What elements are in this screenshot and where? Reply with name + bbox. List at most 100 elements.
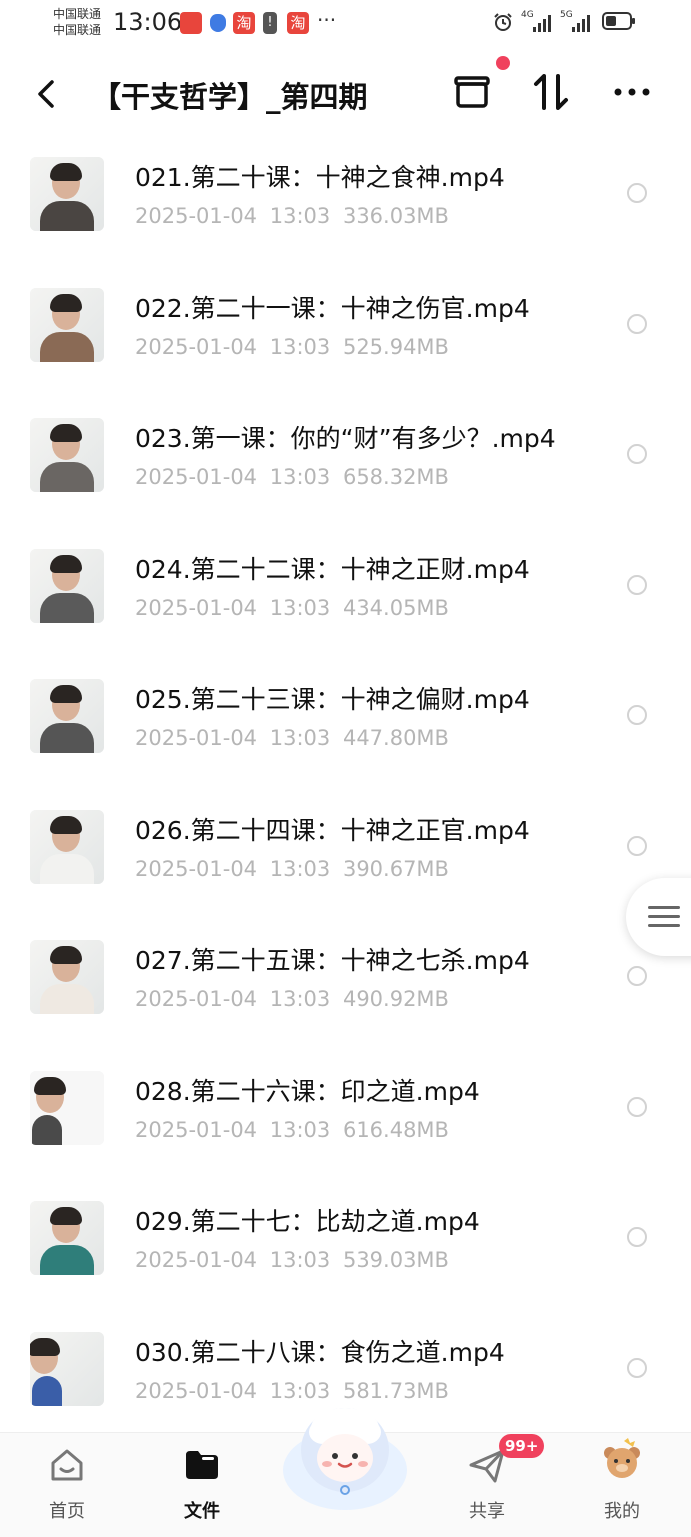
- file-name: 026.第二十四课：十神之正官.mp4: [135, 815, 530, 845]
- file-name: 028.第二十六课：印之道.mp4: [135, 1076, 480, 1106]
- signal-icon: [572, 14, 590, 32]
- video-thumbnail: [30, 287, 104, 362]
- file-row[interactable]: 024.第二十二课：十神之正财.mp4 2025-01-04 13:03 434…: [0, 522, 691, 653]
- file-date: 2025-01-04: [135, 856, 258, 881]
- file-name: 022.第二十一课：十神之伤官.mp4: [135, 293, 530, 323]
- select-radio[interactable]: [627, 1357, 647, 1378]
- file-size: 490.92MB: [342, 987, 449, 1011]
- file-size: 336.03MB: [342, 204, 449, 228]
- select-radio[interactable]: [627, 183, 647, 203]
- notification-dot: [496, 56, 510, 70]
- tab-files-label: 文件: [184, 1501, 220, 1522]
- video-thumbnail: [30, 1201, 104, 1275]
- file-name: 021.第二十课：十神之食神.mp4: [135, 163, 505, 192]
- tab-files[interactable]: 文件: [152, 1433, 252, 1537]
- file-row[interactable]: 028.第二十六课：印之道.mp4 2025-01-04 13:03 616.4…: [0, 1044, 691, 1175]
- file-meta: 2025-01-04 13:03 447.80MB: [135, 726, 449, 750]
- file-size: 447.80MB: [342, 726, 449, 750]
- tab-share-label: 共享: [469, 1501, 505, 1522]
- file-name: 027.第二十五课：十神之七杀.mp4: [135, 946, 530, 975]
- file-meta: 2025-01-04 13:03 616.48MB: [135, 1118, 449, 1142]
- tab-home-label: 首页: [49, 1501, 85, 1522]
- alert-icon: !: [263, 12, 277, 34]
- header: 【干支哲学】_第四期: [0, 58, 691, 130]
- file-time: 13:03: [269, 726, 331, 750]
- file-meta: 2025-01-04 13:03 336.03MB: [135, 204, 449, 228]
- file-time: 13:03: [269, 595, 331, 620]
- carrier-2: 中国联通: [53, 23, 102, 37]
- video-thumbnail: [30, 809, 104, 884]
- file-meta: 2025-01-04 13:03 434.05MB: [135, 596, 449, 620]
- tab-mine[interactable]: 我的: [572, 1433, 672, 1537]
- more-horizontal-icon[interactable]: [610, 70, 654, 114]
- file-time: 13:03: [269, 204, 331, 228]
- video-thumbnail: [30, 940, 104, 1014]
- file-name: 029.第二十七：比劫之道.mp4: [135, 1207, 480, 1236]
- carrier-1: 中国联通: [53, 7, 102, 21]
- taobao-icon: 淘: [233, 12, 255, 34]
- status-bar: 中国联通 中国联通 13:06 淘 ! 淘 ··· 4G 5G: [0, 0, 691, 48]
- file-name: 023.第一课：你的“财”有多少？.mp4: [135, 424, 556, 453]
- shield-icon: [210, 14, 226, 32]
- carrier-labels: 中国联通 中国联通: [53, 6, 101, 38]
- select-radio[interactable]: [627, 313, 647, 334]
- file-time: 13:03: [269, 1117, 331, 1142]
- select-radio[interactable]: [627, 444, 647, 464]
- file-date: 2025-01-04: [135, 334, 258, 359]
- select-radio[interactable]: [627, 705, 647, 725]
- file-size: 616.48MB: [342, 1117, 449, 1142]
- tab-home[interactable]: 首页: [17, 1433, 117, 1537]
- home-icon: [51, 1449, 83, 1481]
- video-thumbnail: [30, 418, 104, 492]
- archive-box-icon[interactable]: [450, 70, 494, 114]
- file-time: 13:03: [269, 987, 331, 1011]
- video-thumbnail: [30, 1331, 104, 1406]
- network-type-2: 5G: [560, 10, 573, 20]
- battery-icon: [602, 12, 635, 30]
- select-radio[interactable]: [627, 1096, 647, 1117]
- sort-icon[interactable]: [530, 70, 574, 114]
- app-notification-icon: [180, 12, 202, 34]
- file-row[interactable]: 026.第二十四课：十神之正官.mp4 2025-01-04 13:03 390…: [0, 783, 691, 914]
- file-time: 13:03: [269, 465, 331, 489]
- file-date: 2025-01-04: [135, 987, 258, 1011]
- file-row[interactable]: 023.第一课：你的“财”有多少？.mp4 2025-01-04 13:03 6…: [0, 391, 691, 522]
- status-time: 13:06: [113, 8, 183, 36]
- taobao-icon: 淘: [287, 12, 309, 34]
- assistant-mascot-button[interactable]: [275, 1392, 415, 1510]
- file-row[interactable]: 021.第二十课：十神之食神.mp4 2025-01-04 13:03 336.…: [0, 130, 691, 261]
- file-meta: 2025-01-04 13:03 390.67MB: [135, 857, 449, 881]
- file-time: 13:03: [269, 856, 331, 881]
- select-radio[interactable]: [627, 835, 647, 856]
- file-meta: 2025-01-04 13:03 490.92MB: [135, 987, 449, 1011]
- select-radio[interactable]: [627, 574, 647, 595]
- select-radio[interactable]: [627, 1227, 647, 1247]
- video-thumbnail: [30, 1070, 104, 1145]
- file-meta: 2025-01-04 13:03 525.94MB: [135, 335, 449, 359]
- file-row[interactable]: 027.第二十五课：十神之七杀.mp4 2025-01-04 13:03 490…: [0, 913, 691, 1044]
- file-date: 2025-01-04: [135, 1248, 258, 1272]
- file-date: 2025-01-04: [135, 595, 258, 620]
- file-size: 539.03MB: [342, 1248, 449, 1272]
- file-size: 525.94MB: [342, 334, 449, 359]
- select-radio[interactable]: [627, 966, 647, 986]
- video-thumbnail: [30, 157, 104, 231]
- file-meta: 2025-01-04 13:03 539.03MB: [135, 1248, 449, 1272]
- file-name: 024.第二十二课：十神之正财.mp4: [135, 554, 530, 584]
- file-time: 13:03: [269, 334, 331, 359]
- file-row[interactable]: 029.第二十七：比劫之道.mp4 2025-01-04 13:03 539.0…: [0, 1174, 691, 1305]
- file-list: 021.第二十课：十神之食神.mp4 2025-01-04 13:03 336.…: [0, 130, 691, 1435]
- more-notifications-icon: ···: [317, 8, 337, 32]
- signal-icon: [533, 14, 551, 32]
- file-name: 025.第二十三课：十神之偏财.mp4: [135, 685, 530, 714]
- video-thumbnail: [30, 548, 104, 623]
- file-row[interactable]: 025.第二十三课：十神之偏财.mp4 2025-01-04 13:03 447…: [0, 652, 691, 783]
- file-date: 2025-01-04: [135, 1117, 258, 1142]
- network-type-1: 4G: [521, 10, 534, 20]
- tab-mine-label: 我的: [604, 1501, 640, 1522]
- share-badge: 99+: [499, 1434, 545, 1458]
- file-row[interactable]: 022.第二十一课：十神之伤官.mp4 2025-01-04 13:03 525…: [0, 261, 691, 392]
- folder-icon: [186, 1451, 218, 1479]
- bear-avatar-icon: [604, 1438, 640, 1478]
- chevron-left-icon[interactable]: [30, 72, 64, 116]
